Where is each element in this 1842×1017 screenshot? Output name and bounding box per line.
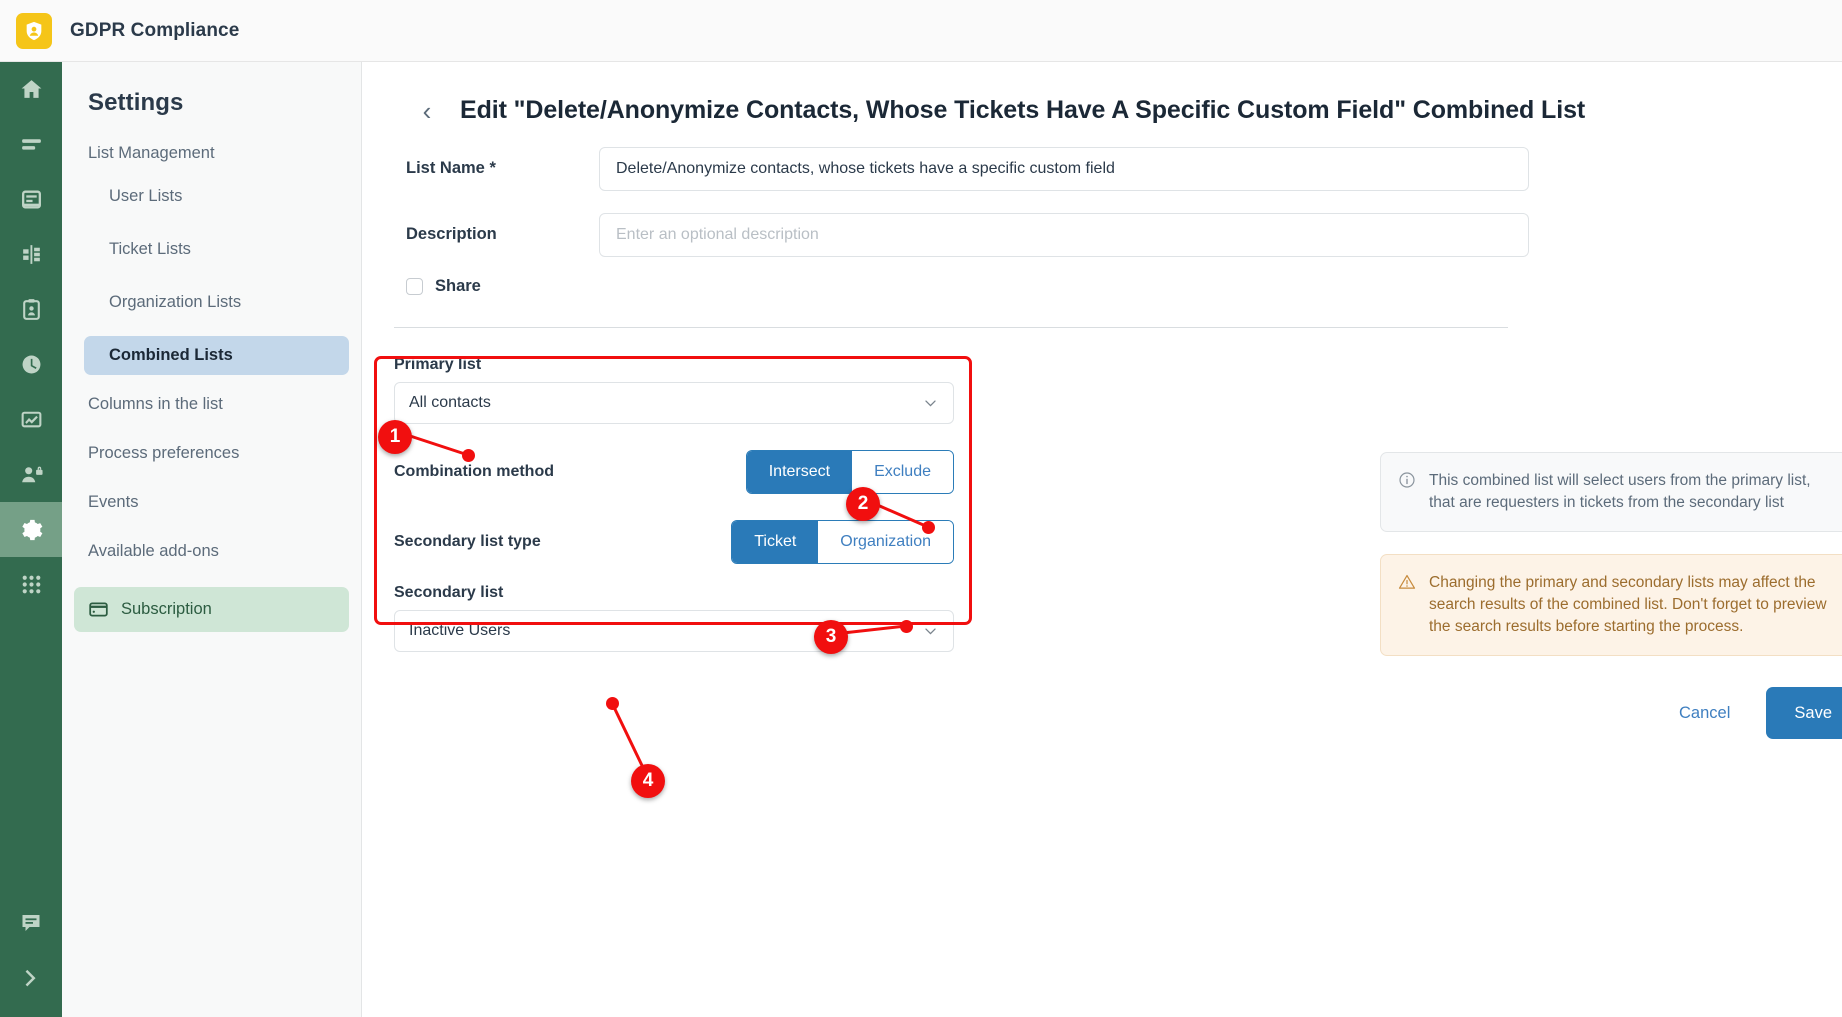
page-header: ‹ Edit "Delete/Anonymize Contacts, Whose… (362, 62, 1842, 125)
icon-rail (0, 62, 62, 1017)
rail-item-lists[interactable] (0, 117, 62, 172)
secondary-list-label: Secondary list (394, 584, 504, 601)
chevron-down-icon (922, 395, 939, 412)
callout-marker-1: 1 (378, 420, 412, 454)
callout-dot-4 (606, 697, 619, 710)
list-name-label: List Name * (406, 159, 496, 177)
cancel-button[interactable]: Cancel (1661, 694, 1748, 733)
description-input[interactable]: Enter an optional description (599, 213, 1529, 257)
merge-icon (22, 245, 40, 264)
sidebar-item-ticket-lists[interactable]: Ticket Lists (84, 230, 349, 269)
info-note: This combined list will select users fro… (1380, 452, 1842, 532)
callout-dot-3 (900, 620, 913, 633)
combination-method-row: Combination method Intersect Exclude (394, 450, 954, 494)
section-divider (394, 327, 1508, 328)
rail-item-database[interactable] (0, 172, 62, 227)
sidebar-item-combined-lists[interactable]: Combined Lists (84, 336, 349, 375)
sidebar-item-events[interactable]: Events (74, 483, 349, 522)
secondary-list-select[interactable]: Inactive Users (394, 610, 954, 652)
rail-item-history[interactable] (0, 337, 62, 392)
list-name-input[interactable]: Delete/Anonymize contacts, whose tickets… (599, 147, 1529, 191)
rail-item-merge[interactable] (0, 227, 62, 282)
secondary-list-type-label: Secondary list type (394, 533, 541, 550)
warning-note: Changing the primary and secondary lists… (1380, 554, 1842, 656)
list-icon (21, 139, 41, 150)
rail-item-feedback[interactable] (0, 895, 62, 950)
rail-item-records[interactable] (0, 282, 62, 337)
clipboard-user-icon (22, 299, 40, 320)
secondary-list-type-row: Secondary list type Ticket Organization (394, 520, 954, 564)
primary-list-label: Primary list (394, 356, 482, 373)
sidebar-item-available-add-ons[interactable]: Available add-ons (74, 532, 349, 571)
info-circle-icon (1398, 470, 1416, 514)
description-row: Description Enter an optional descriptio… (362, 213, 1842, 257)
primary-list-value: All contacts (409, 394, 491, 411)
gear-icon (22, 519, 43, 540)
warning-triangle-icon (1398, 572, 1416, 638)
callout-dot-1 (462, 449, 475, 462)
chevron-left-icon[interactable]: ‹ (414, 98, 440, 124)
sidebar-item-columns-in-the-list[interactable]: Columns in the list (74, 385, 349, 424)
rail-bottom-group (0, 895, 62, 1005)
home-icon (21, 80, 41, 98)
warning-note-text: Changing the primary and secondary lists… (1429, 574, 1827, 635)
primary-list-select[interactable]: All contacts (394, 382, 954, 424)
sidebar-item-subscription-label: Subscription (121, 600, 212, 618)
sidebar-item-process-preferences[interactable]: Process preferences (74, 434, 349, 473)
rail-item-expand[interactable] (0, 950, 62, 1005)
info-note-text: This combined list will select users fro… (1429, 472, 1811, 511)
secondary-list-value: Inactive Users (409, 622, 511, 639)
clock-icon (22, 355, 40, 374)
chevron-right-icon (25, 969, 36, 986)
combination-method-label: Combination method (394, 463, 554, 480)
description-label: Description (406, 225, 497, 243)
combination-method-segmented: Intersect Exclude (745, 450, 954, 494)
rail-item-settings[interactable] (0, 502, 62, 557)
secondary-type-option-ticket[interactable]: Ticket (732, 521, 819, 563)
shield-user-icon (16, 12, 52, 49)
top-bar: GDPR Compliance (0, 0, 1842, 62)
nav-group-list-management[interactable]: List Management (62, 117, 361, 163)
page-title: Edit "Delete/Anonymize Contacts, Whose T… (460, 96, 1586, 124)
list-name-row: List Name * Delete/Anonymize contacts, w… (362, 147, 1842, 191)
rail-item-reports[interactable] (0, 392, 62, 447)
share-row: Share (362, 277, 1842, 296)
sidebar-item-user-lists[interactable]: User Lists (84, 177, 349, 216)
credit-card-icon (89, 602, 108, 617)
callout-marker-2: 2 (846, 487, 880, 521)
settings-sidebar: Settings List Management User Lists Tick… (62, 62, 362, 1017)
grid-apps-icon (22, 575, 40, 594)
settings-heading: Settings (88, 89, 184, 116)
app-title: GDPR Compliance (70, 19, 240, 41)
comment-icon (22, 914, 40, 931)
secondary-list-type-segmented: Ticket Organization (731, 520, 954, 564)
rail-item-apps[interactable] (0, 557, 62, 612)
user-lock-icon (21, 466, 43, 483)
rail-item-home[interactable] (0, 62, 62, 117)
save-button[interactable]: Save (1766, 687, 1842, 739)
sidebar-item-subscription[interactable]: Subscription (74, 587, 349, 632)
secondary-list-field: Secondary list Inactive Users (394, 584, 982, 652)
share-checkbox[interactable] (406, 278, 423, 295)
callout-marker-3: 3 (814, 620, 848, 654)
combination-option-intersect[interactable]: Intersect (746, 451, 853, 493)
share-label: Share (435, 277, 481, 295)
right-column: This combined list will select users fro… (1380, 452, 1842, 739)
main-content: ‹ Edit "Delete/Anonymize Contacts, Whose… (362, 62, 1842, 1017)
chart-icon (21, 411, 41, 428)
database-icon (21, 190, 41, 209)
chevron-down-icon (922, 623, 939, 640)
sidebar-item-organization-lists[interactable]: Organization Lists (84, 283, 349, 322)
callout-marker-4: 4 (631, 764, 665, 798)
rail-item-privacy[interactable] (0, 447, 62, 502)
callout-dot-2 (922, 521, 935, 534)
form-actions: Cancel Save (1380, 687, 1842, 739)
primary-list-field: Primary list All contacts (394, 356, 982, 424)
